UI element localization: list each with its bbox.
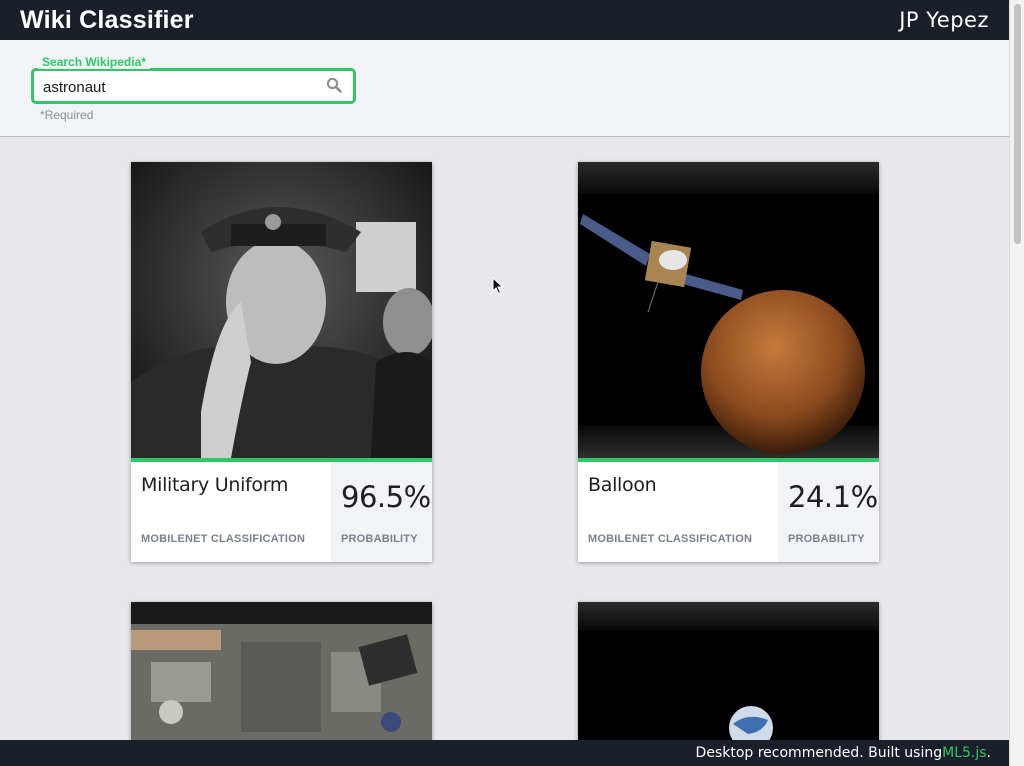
result-card[interactable]: Balloon MOBILENET CLASSIFICATION 24.1% P… [578, 162, 879, 562]
probability-caption: PROBABILITY [788, 533, 865, 545]
result-card[interactable] [131, 602, 432, 742]
result-image [578, 162, 879, 458]
scrollbar-thumb[interactable] [1014, 4, 1021, 244]
footer-text: Desktop recommended. Built using [695, 745, 943, 761]
top-bar: Wiki Classifier JP Yepez [0, 0, 1009, 40]
spacecraft-photo [578, 162, 879, 458]
probability-value: 96.5% [341, 480, 431, 514]
required-note: *Required [40, 108, 94, 122]
search-input[interactable] [43, 76, 313, 98]
classification-label: Military Uniform [141, 474, 289, 496]
ml5-link[interactable]: ML5.js [942, 745, 986, 761]
scrollbar[interactable] [1009, 0, 1024, 766]
probability-caption: PROBABILITY [341, 533, 418, 545]
classification-label: Balloon [588, 474, 657, 496]
result-image [131, 602, 432, 742]
result-image [578, 602, 879, 742]
result-image [131, 162, 432, 458]
mouse-cursor-icon [492, 277, 504, 295]
footer-suffix: . [986, 745, 991, 761]
footer: Desktop recommended. Built using ML5.js. [0, 740, 1009, 766]
search-icon[interactable] [326, 77, 342, 93]
station-interior-photo [131, 602, 432, 742]
app-title: Wiki Classifier [20, 5, 194, 34]
classification-caption: MOBILENET CLASSIFICATION [141, 533, 306, 545]
search-area: Search Wikipedia* *Required [0, 40, 1009, 137]
user-name[interactable]: JP Yepez [899, 8, 989, 32]
portrait-photo [131, 162, 432, 458]
search-label: Search Wikipedia* [38, 55, 150, 69]
result-card[interactable]: Military Uniform MOBILENET CLASSIFICATIO… [131, 162, 432, 562]
search-box[interactable] [31, 68, 356, 104]
earth-photo [578, 602, 879, 742]
probability-value: 24.1% [788, 480, 878, 514]
classification-caption: MOBILENET CLASSIFICATION [588, 533, 753, 545]
result-card[interactable] [578, 602, 879, 742]
